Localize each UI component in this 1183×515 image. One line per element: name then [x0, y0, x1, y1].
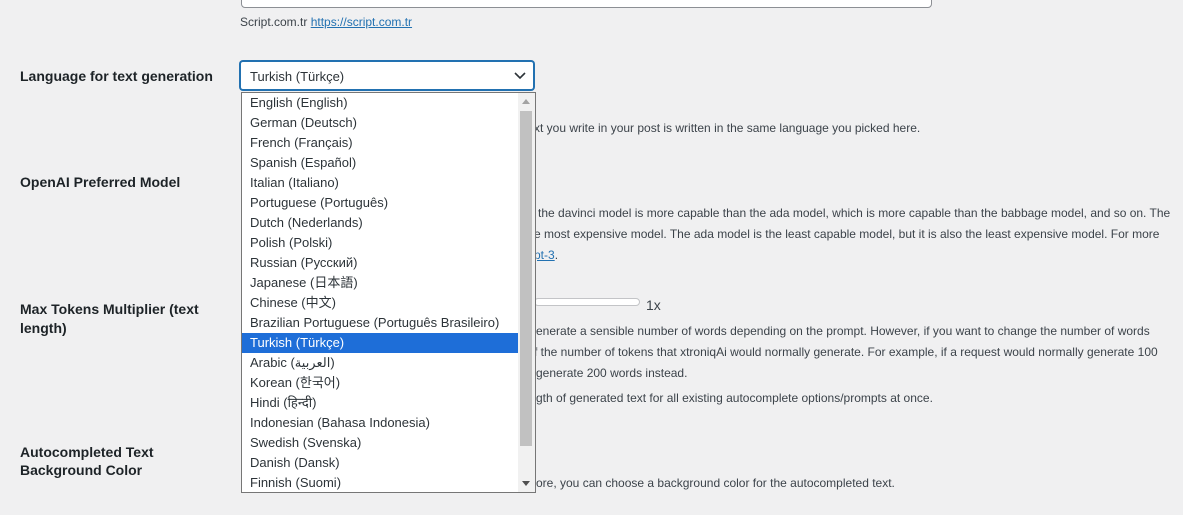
- bgcolor-label-line2: Background Color: [20, 462, 143, 478]
- model-label: OpenAI Preferred Model: [20, 174, 181, 190]
- language-label: Language for text generation: [20, 68, 213, 84]
- language-select[interactable]: Turkish (Türkçe): [240, 61, 534, 90]
- previous-text-input[interactable]: [241, 0, 932, 8]
- dropdown-option[interactable]: Spanish (Español): [242, 153, 518, 173]
- tokens-slider-value: 1x: [646, 297, 661, 313]
- dropdown-option[interactable]: French (Français): [242, 133, 518, 153]
- dropdown-option[interactable]: Portuguese (Português): [242, 193, 518, 213]
- scrollbar-thumb[interactable]: [520, 111, 532, 446]
- model-doc-link[interactable]: pt-3: [534, 248, 555, 262]
- tokens-desc-line3: generate 200 words instead.: [536, 366, 688, 380]
- dropdown-option[interactable]: Arabic (العربية): [242, 353, 518, 373]
- dropdown-option[interactable]: Italian (Italiano): [242, 173, 518, 193]
- dropdown-option[interactable]: Brazilian Portuguese (Português Brasilei…: [242, 313, 518, 333]
- note-link[interactable]: https://script.com.tr: [311, 15, 412, 29]
- note-text: Script.com.tr: [240, 15, 308, 29]
- scroll-down-icon[interactable]: [522, 481, 530, 486]
- dropdown-option[interactable]: German (Deutsch): [242, 113, 518, 133]
- previous-field-note: Script.com.tr https://script.com.tr: [240, 12, 412, 33]
- dropdown-option[interactable]: English (English): [242, 93, 518, 113]
- dropdown-option[interactable]: Japanese (日本語): [242, 273, 518, 293]
- dropdown-option[interactable]: Korean (한국어): [242, 373, 518, 393]
- tokens-desc-line2: f the number of tokens that xtroniqAi wo…: [534, 345, 1158, 359]
- dropdown-option[interactable]: Dutch (Nederlands): [242, 213, 518, 233]
- tokens-label-line1: Max Tokens Multiplier (text: [20, 301, 199, 317]
- dropdown-option[interactable]: Chinese (中文): [242, 293, 518, 313]
- bgcolor-description: ore, you can choose a background color f…: [536, 476, 895, 490]
- language-description: xt you write in your post is written in …: [534, 121, 921, 135]
- model-desc-line2: e most expensive model. The ada model is…: [534, 227, 1160, 241]
- scroll-up-icon[interactable]: [522, 99, 530, 104]
- tokens-slider[interactable]: [534, 298, 640, 306]
- language-dropdown-list[interactable]: English (English) German (Deutsch) French …: [241, 92, 536, 493]
- dropdown-option[interactable]: Swedish (Svenska): [242, 433, 518, 453]
- dropdown-option[interactable]: Danish (Dansk): [242, 453, 518, 473]
- model-desc-line1: the davinci model is more capable than t…: [538, 206, 1171, 220]
- dropdown-option[interactable]: Russian (Русский): [242, 253, 518, 273]
- tokens-desc-line1: enerate a sensible number of words depen…: [536, 324, 1150, 338]
- language-select-value: Turkish (Türkçe): [250, 69, 345, 84]
- dropdown-option[interactable]: Indonesian (Bahasa Indonesia): [242, 413, 518, 433]
- dropdown-option[interactable]: Hindi (हिन्दी): [242, 393, 518, 413]
- tokens-label-line2: length): [20, 320, 67, 336]
- model-desc-line3: pt-3.: [534, 245, 558, 266]
- dropdown-option[interactable]: Finnish (Suomi): [242, 473, 518, 492]
- dropdown-option[interactable]: Polish (Polski): [242, 233, 518, 253]
- model-desc-period: .: [554, 248, 559, 262]
- dropdown-option[interactable]: Turkish (Türkçe): [242, 333, 518, 353]
- tokens-desc-line4: gth of generated text for all existing a…: [536, 391, 933, 405]
- chevron-down-icon: [514, 72, 526, 80]
- bgcolor-label-line1: Autocompleted Text: [20, 444, 154, 460]
- dropdown-scrollbar[interactable]: [518, 93, 535, 492]
